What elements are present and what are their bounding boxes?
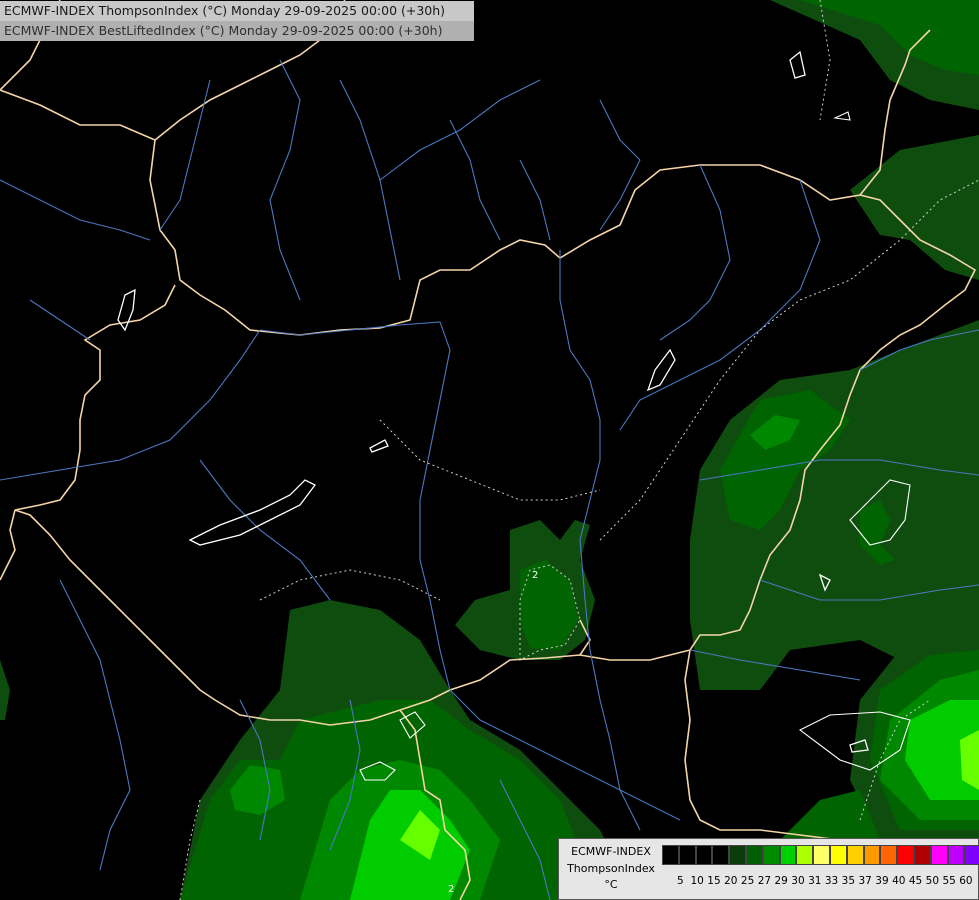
legend-tick-label: 30 — [791, 875, 805, 887]
legend-tick-label: 20 — [724, 875, 738, 887]
legend-swatch — [880, 845, 898, 865]
legend-ticks: 5 10 15 20 25 27 29 30 31 33 35 37 39 40 45 50 55 60 — [672, 875, 974, 887]
legend-swatch — [897, 845, 914, 865]
color-legend: ECMWF-INDEX ThompsonIndex °C 5 10 15 20 25 27… — [558, 838, 979, 900]
legend-swatch — [863, 845, 881, 865]
legend-parameter: ThompsonIndex — [567, 862, 655, 875]
legend-swatch — [779, 845, 797, 865]
legend-swatches — [662, 845, 979, 865]
legend-swatch — [964, 845, 979, 865]
legend-tick-label: 25 — [740, 875, 755, 887]
legend-tick-label: 31 — [808, 875, 822, 887]
legend-tick-label: 10 — [690, 875, 704, 887]
legend-swatch — [796, 845, 814, 865]
contour-label: 2 — [448, 884, 454, 895]
legend-unit: °C — [604, 878, 618, 891]
weather-map: 2 2 — [0, 0, 979, 900]
legend-tick-label: 35 — [841, 875, 856, 887]
legend-tick-label: 60 — [959, 875, 973, 887]
legend-swatch — [712, 845, 730, 865]
contour-label: 2 — [532, 570, 538, 581]
legend-swatch — [846, 845, 864, 865]
legend-swatch — [745, 845, 763, 865]
legend-swatch — [947, 845, 965, 865]
legend-tick-label: 5 — [677, 875, 684, 887]
legend-tick-label: 29 — [774, 875, 788, 887]
legend-swatch — [813, 845, 830, 865]
legend-swatch — [662, 845, 679, 865]
legend-tick-label: 45 — [908, 875, 923, 887]
legend-tick-label: 27 — [757, 875, 772, 887]
legend-swatch — [678, 845, 696, 865]
legend-tick-label: 55 — [942, 875, 956, 887]
legend-swatch — [729, 845, 746, 865]
legend-tick-label: 37 — [858, 875, 872, 887]
legend-swatch — [829, 845, 847, 865]
legend-swatch — [762, 845, 780, 865]
legend-swatch — [695, 845, 713, 865]
legend-tick-label: 33 — [824, 875, 839, 887]
legend-tick-label: 15 — [707, 875, 721, 887]
legend-tick-label: 40 — [892, 875, 906, 887]
legend-tick-label: 39 — [875, 875, 889, 887]
legend-tick-label: 50 — [925, 875, 940, 887]
legend-swatch — [913, 845, 931, 865]
map-title: ECMWF-INDEX ThompsonIndex (°C) Monday 29… — [0, 1, 474, 21]
map-subtitle: ECMWF-INDEX BestLiftedIndex (°C) Monday … — [0, 21, 474, 41]
legend-model: ECMWF-INDEX — [571, 845, 651, 858]
legend-swatch — [930, 845, 948, 865]
